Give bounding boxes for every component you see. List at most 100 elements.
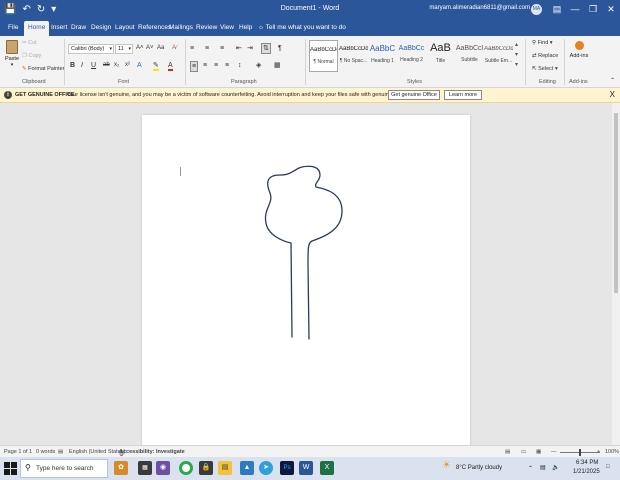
page-count[interactable]: Page 1 of 1 <box>4 449 32 455</box>
network-icon[interactable]: ▤ <box>540 464 546 471</box>
taskbar-search-box[interactable]: ⚲ Type here to search <box>20 459 108 478</box>
highlight-icon[interactable]: ✎ <box>153 61 159 71</box>
lock-icon[interactable]: 🔒 <box>199 461 213 475</box>
bold-button[interactable]: B <box>70 61 75 70</box>
decrease-indent-icon[interactable]: ⇤ <box>236 44 242 53</box>
tab-mailings[interactable]: Mailings <box>169 23 193 33</box>
tab-draw[interactable]: Draw <box>71 23 86 33</box>
tab-view[interactable]: View <box>220 23 234 33</box>
align-center-icon[interactable]: ≡ <box>203 61 207 70</box>
learn-more-button[interactable]: Learn more <box>444 90 482 100</box>
avatar[interactable]: MA <box>531 4 542 15</box>
grow-font-button[interactable]: A˄ <box>136 44 144 53</box>
tell-me-search[interactable]: ☼ Tell me what you want to do <box>258 23 346 33</box>
sort-icon[interactable]: ⇅ <box>261 43 271 54</box>
tree-ink-drawing[interactable] <box>142 115 470 455</box>
style-title[interactable]: AaB Title <box>426 40 455 72</box>
document-page[interactable] <box>142 115 470 455</box>
tab-home[interactable]: Home <box>24 21 50 36</box>
chrome-icon[interactable] <box>179 461 193 475</box>
subscript-button[interactable]: x₂ <box>114 61 119 70</box>
styles-scroll-icon[interactable]: ▴ ▾ ▾ <box>515 40 518 70</box>
format-painter-button[interactable]: ✎ Format Painter <box>22 66 65 72</box>
tab-help[interactable]: Help <box>239 23 252 33</box>
zoom-level[interactable]: 100% <box>605 449 619 455</box>
style-normal[interactable]: AaBbCcDd ¶ Normal <box>309 40 338 72</box>
replace-button[interactable]: ⇄ Replace <box>532 53 558 59</box>
close-window-button[interactable]: ✕ <box>602 0 620 20</box>
file-explorer-icon[interactable]: ▤ <box>218 461 232 475</box>
line-spacing-icon[interactable]: ↕ <box>238 61 242 70</box>
weather-text[interactable]: 8°C Partly cloudy <box>456 465 502 471</box>
zoom-slider-thumb[interactable] <box>579 449 581 456</box>
style-heading-1[interactable]: AaBbC Heading 1 <box>368 40 397 72</box>
clock-time[interactable]: 6:34 PM <box>576 460 598 466</box>
windows-start-icon[interactable] <box>4 462 17 475</box>
close-message-button[interactable]: X <box>610 90 615 99</box>
cut-button[interactable]: ✂ Cut <box>22 40 37 46</box>
focus-mode-icon[interactable]: ▤ <box>505 449 510 455</box>
style-subtitle[interactable]: AaBbCcl Subtitle <box>455 40 484 72</box>
accessibility-status[interactable]: ⚙ Accessibility: Investigate <box>119 449 185 458</box>
scrollbar-thumb[interactable] <box>614 113 618 293</box>
increase-indent-icon[interactable]: ⇥ <box>247 44 253 53</box>
text-effects-icon[interactable]: A <box>137 61 142 70</box>
photoshop-icon[interactable]: Ps <box>280 461 294 475</box>
ribbon-display-options-icon[interactable]: ▤ <box>548 0 566 20</box>
select-button[interactable]: ⇱ Select ▾ <box>532 66 558 72</box>
multilevel-list-icon[interactable]: ≡ <box>220 44 224 53</box>
tray-overflow-icon[interactable]: ⌃ <box>528 465 533 472</box>
shrink-font-button[interactable]: A˅ <box>146 44 154 53</box>
search-highlight-icon[interactable]: ✿ <box>114 461 128 475</box>
word-count[interactable]: 0 words <box>36 449 55 455</box>
user-account-name[interactable]: maryam.alimeradian6811@gmail.com <box>429 5 530 11</box>
tab-file[interactable]: File <box>8 23 18 33</box>
paste-button[interactable]: Paste ▾ <box>4 40 20 76</box>
font-size-dropdown[interactable]: 11 ▾ <box>115 44 133 54</box>
tab-references[interactable]: References <box>138 23 171 33</box>
font-color-icon[interactable]: A <box>168 61 173 71</box>
align-left-icon[interactable]: ≡ <box>190 61 199 72</box>
strikethrough-button[interactable]: ab <box>103 61 110 70</box>
change-case-button[interactable]: Aa <box>157 44 164 53</box>
photos-icon[interactable]: ▲ <box>240 461 254 475</box>
underline-button[interactable]: U <box>91 61 96 70</box>
bullets-icon[interactable]: ≡ <box>190 44 194 53</box>
add-ins-button[interactable]: Add-ins <box>568 41 590 59</box>
language-status[interactable]: English (United States) <box>69 449 125 455</box>
justify-icon[interactable]: ≡ <box>225 61 229 70</box>
zoom-out-button[interactable]: — <box>551 449 557 455</box>
task-view-icon[interactable]: ▦ <box>138 461 152 475</box>
tab-layout[interactable]: Layout <box>115 23 135 33</box>
word-icon[interactable]: W <box>299 461 313 475</box>
style-no-spacing[interactable]: AaBbCcDd ¶ No Spac... <box>339 40 368 72</box>
collapse-ribbon-icon[interactable]: ⌃ <box>610 77 615 86</box>
minimize-button[interactable]: — <box>566 0 584 20</box>
proofing-icon[interactable]: ▤ <box>58 449 63 455</box>
font-name-dropdown[interactable]: Calibri (Body) ▾ <box>68 44 114 54</box>
shading-icon[interactable]: ◈ <box>256 61 261 70</box>
telegram-icon[interactable]: ➤ <box>259 461 273 475</box>
vertical-scrollbar[interactable] <box>612 103 620 445</box>
notifications-icon[interactable]: □ <box>606 464 610 470</box>
excel-icon[interactable]: X <box>320 461 334 475</box>
borders-icon[interactable]: ▦ <box>274 61 281 70</box>
print-layout-icon[interactable]: ▦ <box>536 449 541 455</box>
tab-review[interactable]: Review <box>196 23 217 33</box>
clear-formatting-icon[interactable]: A∕ <box>172 44 177 53</box>
tab-design[interactable]: Design <box>91 23 111 33</box>
superscript-button[interactable]: x² <box>125 61 130 70</box>
zoom-in-button[interactable]: + <box>597 449 600 455</box>
style-subtle-emphasis[interactable]: AaBbCcDd Subtle Em... <box>484 40 513 72</box>
style-heading-2[interactable]: AaBbCc Heading 2 <box>397 40 426 72</box>
restore-button[interactable]: ❐ <box>584 0 602 20</box>
numbering-icon[interactable]: ≡ <box>205 44 209 53</box>
read-mode-icon[interactable]: ▭ <box>521 449 526 455</box>
align-right-icon[interactable]: ≡ <box>214 61 218 70</box>
tab-insert[interactable]: Insert <box>51 23 67 33</box>
show-formatting-icon[interactable]: ¶ <box>278 44 282 53</box>
get-genuine-office-button[interactable]: Get genuine Office <box>388 90 440 100</box>
italic-button[interactable]: I <box>81 61 83 70</box>
volume-icon[interactable]: 🔈 <box>552 464 559 471</box>
widgets-icon[interactable]: ◉ <box>156 461 170 475</box>
